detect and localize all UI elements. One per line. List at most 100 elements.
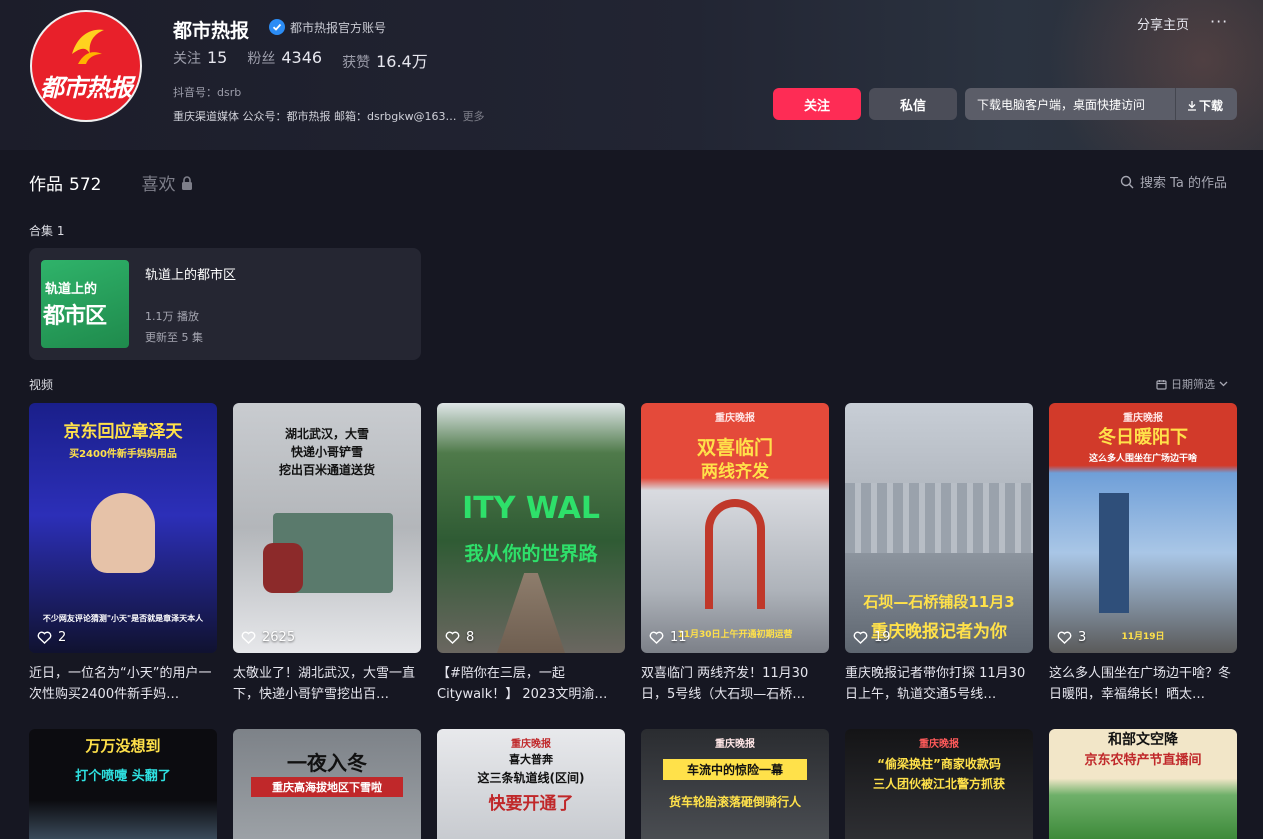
video-card[interactable]: 重庆晚报 双喜临门 两线齐发 11月30日上午开通初期运营 11 双喜临门 两线… <box>641 403 829 705</box>
stat-label: 获赞 <box>342 55 371 71</box>
video-overlay-title: 喜大普奔 <box>509 753 553 766</box>
likes-count: 11 <box>670 630 687 645</box>
profile-stats: 关注 15 粉丝 4346 获赞 16.4万 <box>173 48 428 72</box>
video-overlay-subtitle: 三人团伙被江北警方抓获 <box>872 777 1005 791</box>
video-thumbnail[interactable]: 石坝—石桥铺段11月3 重庆晚报记者为你 19 <box>845 403 1033 653</box>
tab-likes-label: 喜欢 <box>141 175 176 195</box>
video-card[interactable]: 一夜入冬 重庆高海拔地区下雪啦 <box>233 729 421 839</box>
video-thumbnail[interactable]: 京东回应章泽天 买2400件新手妈妈用品 不少网友评论猜测"小天"是否就是章泽天… <box>29 403 217 653</box>
video-overlay-title: 和部文空降 <box>1108 732 1178 748</box>
stat-label: 粉丝 <box>247 51 276 67</box>
likes-count: 19 <box>874 630 891 645</box>
person-figure <box>91 493 155 573</box>
download-label: 下载 <box>1199 99 1224 113</box>
chevron-down-icon <box>1219 381 1228 387</box>
video-overlay-subtitle: 京东农特产节直播间 <box>1084 753 1202 768</box>
video-overlay-subtitle: 我从你的世界路 <box>464 543 598 565</box>
bridge-walkway <box>497 573 565 653</box>
video-overlay-bottom: 快要开通了 <box>488 794 574 814</box>
collection-plays: 1.1万 播放 <box>145 310 199 323</box>
video-overlay-subtitle: 快递小哥铲雪 <box>290 445 363 459</box>
video-overlay-subtitle: 买2400件新手妈妈用品 <box>69 449 177 460</box>
city-skyline <box>845 483 1033 553</box>
video-card[interactable]: ITY WAL 我从你的世界路 8 【#陪你在三层，一起Citywalk！】 2… <box>437 403 625 705</box>
message-button[interactable]: 私信 <box>869 88 957 120</box>
video-card[interactable]: 重庆晚报 喜大普奔 这三条轨道线(区间) 快要开通了 <box>437 729 625 839</box>
follow-button[interactable]: 关注 <box>773 88 861 120</box>
video-thumbnail[interactable]: 重庆晚报 冬日暖阳下 这么多人围坐在广场边干啥 11月19日 3 <box>1049 403 1237 653</box>
collection-thumbnail: 轨道上的 都市区 <box>41 260 129 348</box>
search-works-button[interactable]: 搜索 Ta 的作品 <box>1120 172 1227 191</box>
video-card[interactable]: 万万没想到 打个喷嚏 头翻了 <box>29 729 217 839</box>
video-thumbnail[interactable]: ITY WAL 我从你的世界路 8 <box>437 403 625 653</box>
stat-followers[interactable]: 粉丝 4346 <box>247 48 322 72</box>
video-likes: 8 <box>445 630 474 645</box>
video-thumbnail[interactable]: 重庆晚报 “偷梁换柱”商家收款码 三人团伙被江北警方抓获 <box>845 729 1033 839</box>
collection-section-label: 合集 1 <box>29 224 65 238</box>
tab-works-label: 作品 <box>29 175 63 195</box>
video-card[interactable]: 京东回应章泽天 买2400件新手妈妈用品 不少网友评论猜测"小天"是否就是章泽天… <box>29 403 217 705</box>
profile-tabs: 作品 572 喜欢 <box>29 170 193 195</box>
video-caption[interactable]: 太敬业了！湖北武汉，大雪一直下，快递小哥铲雪挖出百… <box>233 663 421 705</box>
verified-badge-icon <box>269 19 285 35</box>
video-card[interactable]: 重庆晚报 冬日暖阳下 这么多人围坐在广场边干啥 11月19日 3 这么多人围坐在… <box>1049 403 1237 705</box>
video-overlay-bottom: 不少网友评论猜测"小天"是否就是章泽天本人 <box>42 614 204 623</box>
video-caption[interactable]: 双喜临门 两线齐发！11月30日，5号线（大石坝—石桥… <box>641 663 829 705</box>
video-overlay-subtitle: 两线齐发 <box>701 462 769 482</box>
likes-count: 2 <box>58 630 67 645</box>
download-link[interactable]: 下载 <box>1187 97 1223 114</box>
video-card[interactable]: 重庆晚报 “偷梁换柱”商家收款码 三人团伙被江北警方抓获 <box>845 729 1033 839</box>
more-options-icon[interactable]: ··· <box>1210 12 1228 31</box>
heart-icon <box>241 631 256 644</box>
tab-likes[interactable]: 喜欢 <box>141 170 193 195</box>
video-caption[interactable]: 这么多人围坐在广场边干啥？冬日暖阳，幸福绵长！晒太… <box>1049 663 1237 705</box>
bridge-tower <box>705 499 765 609</box>
video-card[interactable]: 湖北武汉，大雪 快递小哥铲雪 挖出百米通道送货 2625 太敬业了！湖北武汉，大… <box>233 403 421 705</box>
heart-icon <box>1057 631 1072 644</box>
avatar-logo-text: 都市热报 <box>40 74 133 102</box>
stat-value: 15 <box>207 48 228 67</box>
video-caption[interactable]: 【#陪你在三层，一起Citywalk！】 2023文明渝… <box>437 663 625 705</box>
date-filter-button[interactable]: 日期筛选 <box>1156 376 1228 392</box>
video-overlay-title: 一夜入冬 <box>287 751 367 775</box>
collection-thumb-text: 轨道上的 <box>45 282 98 297</box>
tab-works[interactable]: 作品 572 <box>29 170 101 195</box>
video-caption[interactable]: 重庆晚报记者带你打探 11月30日上午，轨道交通5号线… <box>845 663 1033 705</box>
collection-thumb-text: 都市区 <box>43 304 107 329</box>
video-thumbnail[interactable]: 重庆晚报 双喜临门 两线齐发 11月30日上午开通初期运营 11 <box>641 403 829 653</box>
video-thumbnail[interactable]: 重庆晚报 车流中的惊险一幕 货车轮胎滚落砸倒骑行人 <box>641 729 829 839</box>
video-card[interactable]: 石坝—石桥铺段11月3 重庆晚报记者为你 19 重庆晚报记者带你打探 11月30… <box>845 403 1033 705</box>
works-count: 572 <box>69 175 102 195</box>
collection-title: 轨道上的都市区 <box>145 268 237 283</box>
share-profile-button[interactable]: 分享主页 <box>1137 14 1189 33</box>
video-thumbnail[interactable]: 一夜入冬 重庆高海拔地区下雪啦 <box>233 729 421 839</box>
collection-card[interactable]: 轨道上的 都市区 轨道上的都市区 1.1万 播放 更新至 5 集 <box>29 248 421 360</box>
video-thumbnail[interactable]: 万万没想到 打个喷嚏 头翻了 <box>29 729 217 839</box>
brand-watermark: 重庆晚报 <box>715 413 755 424</box>
brand-watermark: 重庆晚报 <box>511 739 551 750</box>
video-likes: 2 <box>37 630 66 645</box>
video-overlay-subtitle: 打个喷嚏 头翻了 <box>75 769 171 784</box>
video-overlay-title: 万万没想到 <box>85 737 161 755</box>
verified-label: 都市热报官方账号 <box>290 21 387 35</box>
video-caption[interactable]: 近日，一位名为“小天”的用户一次性购买2400件新手妈… <box>29 663 217 705</box>
video-overlay-title: 双喜临门 <box>696 437 773 459</box>
divider <box>1175 88 1176 120</box>
video-card[interactable]: 重庆晚报 车流中的惊险一幕 货车轮胎滚落砸倒骑行人 <box>641 729 829 839</box>
video-overlay-title: “偷梁换柱”商家收款码 <box>877 757 1001 771</box>
video-thumbnail[interactable]: 湖北武汉，大雪 快递小哥铲雪 挖出百米通道送货 2625 <box>233 403 421 653</box>
video-thumbnail[interactable]: 和部文空降 京东农特产节直播间 <box>1049 729 1237 839</box>
stat-value: 16.4万 <box>376 52 428 71</box>
download-client-button[interactable]: 下载电脑客户端，桌面快捷访问 下载 <box>965 88 1237 120</box>
bio-more-link[interactable]: 更多 <box>463 110 485 123</box>
video-overlay-title: 石坝—石桥铺段11月3 <box>863 593 1015 611</box>
video-overlay-subtitle: 这么多人围坐在广场边干啥 <box>1088 454 1197 464</box>
video-card[interactable]: 和部文空降 京东农特产节直播间 <box>1049 729 1237 839</box>
stat-following[interactable]: 关注 15 <box>173 48 227 72</box>
video-thumbnail[interactable]: 重庆晚报 喜大普奔 这三条轨道线(区间) 快要开通了 <box>437 729 625 839</box>
likes-count: 2625 <box>262 630 296 645</box>
profile-name: 都市热报 <box>173 20 250 42</box>
building-shape <box>1099 493 1129 613</box>
avatar[interactable]: 都市热报 <box>30 10 142 122</box>
brand-watermark: 重庆晚报 <box>919 739 959 750</box>
